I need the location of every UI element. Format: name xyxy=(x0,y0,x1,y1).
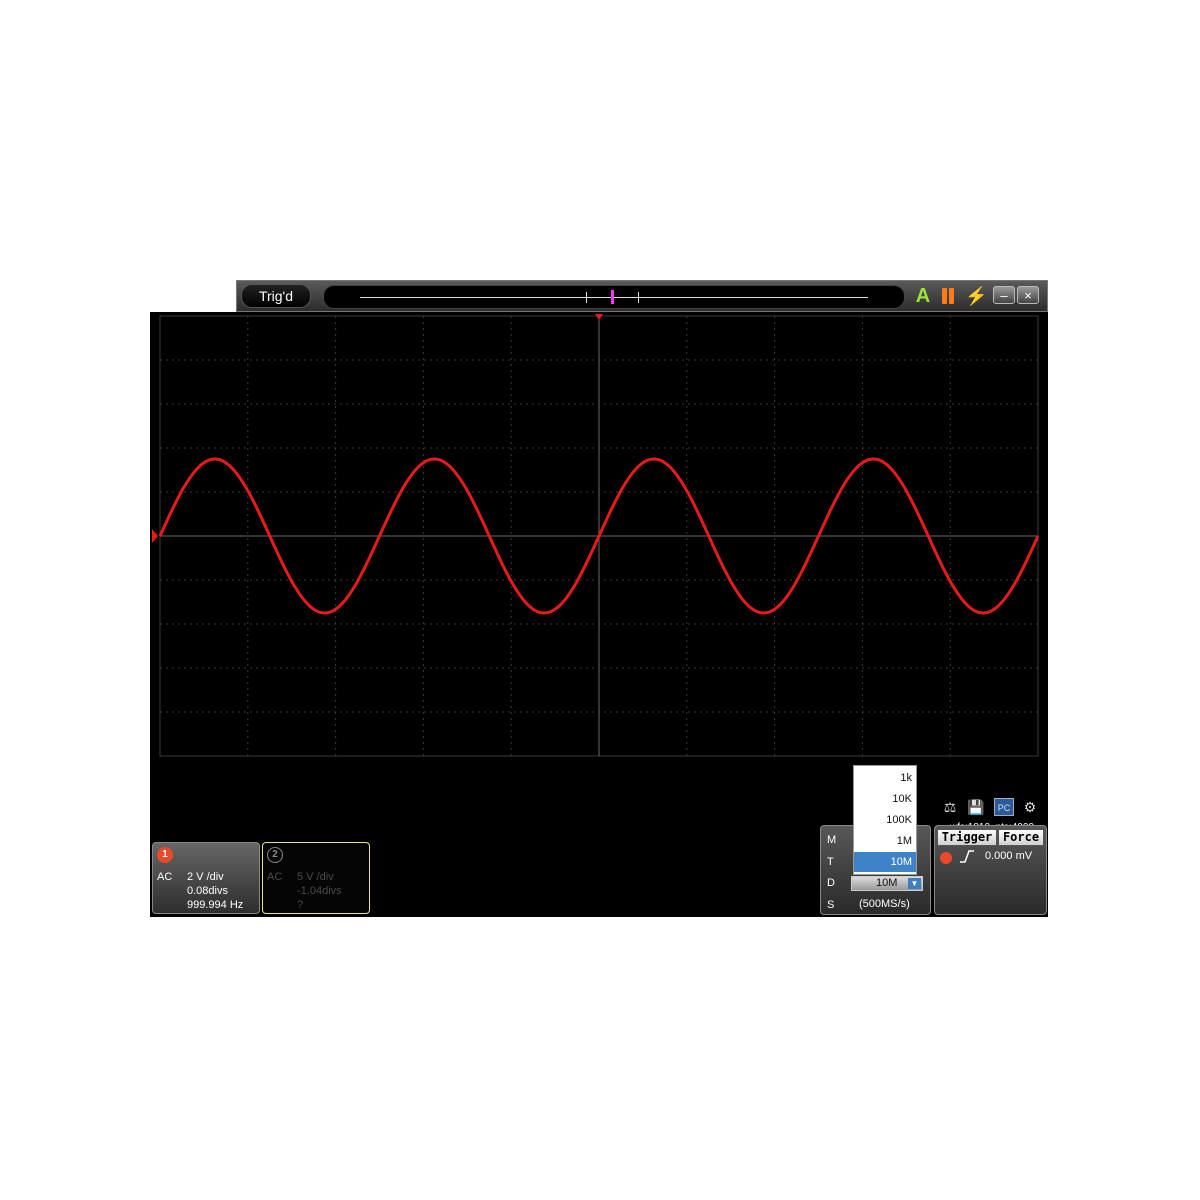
depth-option-1k[interactable]: 1k xyxy=(854,768,916,788)
ch2-offset: -1.04divs xyxy=(297,885,342,897)
trigger-position-marker xyxy=(595,314,603,320)
trigger-status-badge: Trig'd xyxy=(241,284,311,308)
force-trigger-button[interactable]: Force xyxy=(998,829,1044,846)
channel-2-panel[interactable]: 2 AC 5 V /div -1.04divs ? xyxy=(262,842,370,914)
ch1-ground-marker xyxy=(152,529,158,543)
ch2-frequency: ? xyxy=(297,899,304,911)
channel-1-badge[interactable]: 1 xyxy=(157,847,173,863)
depth-option-10m[interactable]: 10M xyxy=(854,852,916,872)
memory-depth-dropdown: 1k 10K 100K 1M 10M xyxy=(853,765,917,875)
ch2-coupling: AC xyxy=(267,871,283,883)
t-label: T xyxy=(827,856,834,868)
timeline-tick xyxy=(586,292,587,303)
memory-timeline-slider[interactable] xyxy=(323,285,905,309)
settings-icon[interactable]: ⚙ xyxy=(1020,798,1040,816)
channel-2-badge[interactable]: 2 xyxy=(267,847,283,863)
ch1-coupling: AC xyxy=(157,871,173,883)
auto-button[interactable]: A xyxy=(913,286,933,306)
depth-option-1m[interactable]: 1M xyxy=(854,831,916,851)
rising-edge-icon[interactable] xyxy=(959,848,975,864)
single-trigger-button[interactable]: ⚡ xyxy=(965,286,987,306)
pause-bar-icon xyxy=(949,288,954,304)
save-icon[interactable]: 💾 xyxy=(966,798,986,816)
s-label: S xyxy=(827,899,835,911)
d-label: D xyxy=(827,877,835,889)
tool-icon-row: ⚖ 💾 PC ⚙ xyxy=(940,798,1048,818)
trigger-source-icon[interactable] xyxy=(940,852,952,864)
timeline-tick xyxy=(638,292,639,303)
channel-1-panel[interactable]: 1 AC 2 V /div 0.08divs 999.994 Hz xyxy=(152,842,260,914)
timeline-track xyxy=(360,297,868,298)
trigger-level: 0.000 mV xyxy=(985,850,1033,862)
probe-icon[interactable]: ⚖ xyxy=(940,798,960,816)
trigger-panel: Trigger Force 0.000 mV xyxy=(934,825,1047,915)
toolbar: Trig'd A ⚡ – × xyxy=(236,280,1048,312)
memory-depth-value: 10M xyxy=(876,877,898,889)
ch1-volts-per-div: 2 V /div xyxy=(187,871,224,883)
timeline-position-marker[interactable] xyxy=(611,290,614,304)
depth-option-100k[interactable]: 100K xyxy=(854,810,916,830)
memory-depth-select[interactable]: 10M ▼ xyxy=(851,876,923,891)
close-button[interactable]: × xyxy=(1017,286,1039,304)
sample-rate: (500MS/s) xyxy=(859,898,910,910)
pc-icon[interactable]: PC xyxy=(994,798,1014,816)
depth-option-10k[interactable]: 10K xyxy=(854,789,916,809)
chevron-down-icon[interactable]: ▼ xyxy=(908,878,921,889)
oscilloscope-window: Trig'd A ⚡ – × ⚖ 💾 PC ⚙ wfs:1810, pts:40… xyxy=(150,280,1048,917)
minimize-button[interactable]: – xyxy=(993,286,1015,304)
ch1-offset: 0.08divs xyxy=(187,885,228,897)
ch1-frequency: 999.994 Hz xyxy=(187,899,244,911)
scope-screen: ⚖ 💾 PC ⚙ wfs:1810, pts:4000 1 AC 2 V /di… xyxy=(150,312,1048,917)
m-label: M xyxy=(827,834,837,846)
pause-bar-icon xyxy=(942,288,947,304)
trigger-button[interactable]: Trigger xyxy=(937,829,997,846)
ch2-volts-per-div: 5 V /div xyxy=(297,871,334,883)
pause-button[interactable] xyxy=(937,286,959,306)
